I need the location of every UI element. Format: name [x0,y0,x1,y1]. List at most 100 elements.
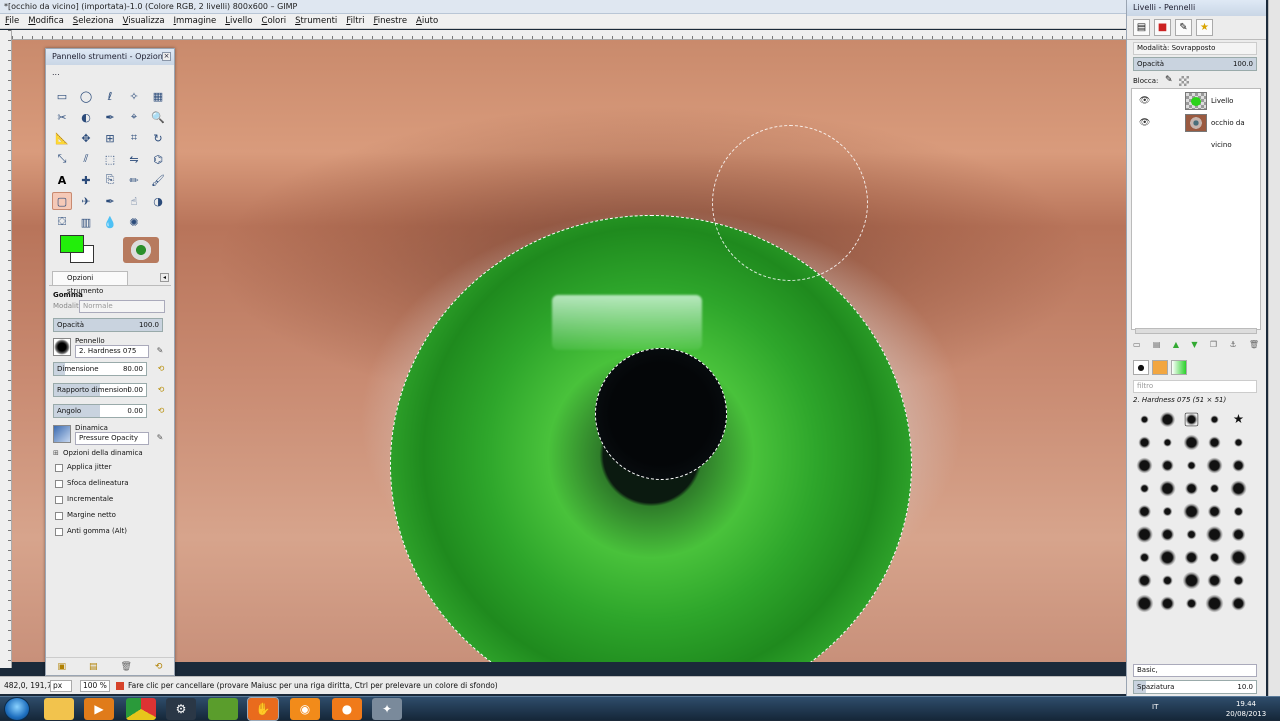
checkbox-hard-edge[interactable] [55,512,63,520]
brush-preset[interactable] [1139,552,1150,563]
layer-mode-select[interactable]: Modalità: Sovrapposto [1133,42,1257,55]
wilbur-icon[interactable]: ✦ [372,698,402,720]
lock-pixels-icon[interactable]: ✎ [1165,75,1173,85]
checkbox-jitter[interactable] [55,464,63,472]
gradients-tab-icon[interactable] [1171,360,1187,375]
menu-livello[interactable]: Livello [225,14,252,28]
brush-preset[interactable] [1206,525,1224,544]
active-image-thumbnail[interactable] [123,237,159,263]
paintbrush-tool-icon[interactable]: 🖌 [148,171,168,189]
reset-options-icon[interactable]: ⟲ [155,662,163,672]
brush-preset[interactable] [1138,436,1151,449]
brush-preset[interactable] [1233,506,1244,517]
new-group-icon[interactable]: ▤ [1153,340,1161,352]
brush-preset[interactable] [1208,436,1221,449]
tab-tool-options[interactable]: Opzioni strumento [52,271,128,295]
brush-preset[interactable]: ★ [1230,412,1246,428]
bucket-fill-tool-icon[interactable]: ⛋ [52,213,72,231]
checkbox-smooth[interactable] [55,480,63,488]
brush-preset[interactable] [1159,548,1177,567]
brush-preset[interactable] [1209,483,1220,494]
anchor-layer-icon[interactable]: ⚓ [1229,340,1236,352]
heal-tool-icon[interactable]: ✚ [76,171,96,189]
steam-icon[interactable]: ⚙ [166,698,196,720]
paths-tool-icon[interactable]: ✒ [100,108,120,126]
reset-size-icon[interactable]: ⟲ [156,364,166,374]
brush-preset[interactable] [1210,415,1220,424]
brush-preset[interactable] [1206,457,1223,474]
brush-preset[interactable] [1186,460,1196,471]
brush-preset[interactable] [1205,594,1224,613]
fg-bg-colors[interactable] [60,235,98,265]
toolbox-title[interactable]: Pannello strumenti - Opzioni ... × [46,49,174,77]
menu-seleziona[interactable]: Seleziona [73,14,114,28]
scale-tool-icon[interactable]: ⤡ [52,150,72,168]
brush-preset[interactable] [1184,412,1199,427]
expander-icon[interactable]: ⊞ [53,449,59,457]
raise-layer-icon[interactable]: ▲ [1173,340,1179,352]
foreground-color-swatch[interactable] [60,235,84,253]
dynamics-icon[interactable] [53,425,71,443]
mode-select[interactable]: Normale [79,300,165,313]
origin-icon[interactable]: ● [332,698,362,720]
patterns-tab-icon[interactable] [1152,360,1168,375]
color-picker-tool-icon[interactable]: ⌖ [124,108,144,126]
align-tool-icon[interactable]: ⊞ [100,129,120,147]
brush-preset[interactable] [1231,459,1245,472]
opacity-slider[interactable]: Opacità 100.0 [53,318,163,332]
menu-finestre[interactable]: Finestre [373,14,407,28]
edit-dynamics-icon[interactable]: ✎ [155,433,165,443]
brush-preset[interactable] [1230,596,1246,611]
checkbox-anti-erase[interactable] [55,528,63,536]
blur-tool-icon[interactable]: 💧 [100,213,120,231]
paths-tab-icon[interactable]: ✎ [1175,19,1192,36]
ellipse-select-tool-icon[interactable]: ◯ [76,87,96,105]
clone-tool-icon[interactable]: ⎘ [100,171,120,189]
close-icon[interactable]: × [162,52,171,61]
layer-opacity-slider[interactable]: Opacità 100.0 [1133,57,1257,71]
move-tool-icon[interactable]: ✥ [76,129,96,147]
menu-strumenti[interactable]: Strumenti [295,14,337,28]
brush-filter-input[interactable]: filtro [1133,380,1257,393]
save-options-icon[interactable]: ▣ [57,662,66,672]
brush-preset[interactable] [1160,411,1176,428]
media-player-icon[interactable]: ▶ [84,698,114,720]
brush-preset[interactable] [1137,573,1152,588]
lock-alpha-icon[interactable] [1179,76,1189,86]
zoom-select[interactable]: 100 % [80,680,110,692]
layers-scrollbar[interactable] [1135,328,1257,334]
perspective-tool-icon[interactable]: ⬚ [100,150,120,168]
angle-slider[interactable]: Angolo 0.00 [53,404,147,418]
history-tab-icon[interactable]: ★ [1196,19,1213,36]
convolve-tool-icon[interactable]: ✺ [124,213,144,231]
menu-immagine[interactable]: Immagine [174,14,217,28]
layers-tab-icon[interactable]: ▤ [1133,19,1150,36]
blender-icon[interactable]: ◉ [290,698,320,720]
measure-tool-icon[interactable]: 📐 [52,129,72,147]
brush-preset[interactable] [1184,481,1198,496]
brush-preset[interactable] [1184,550,1199,565]
dock-scrollbar[interactable] [1268,0,1280,696]
reset-angle-icon[interactable]: ⟲ [156,406,166,416]
brush-preset[interactable] [1229,548,1247,567]
reset-aspect-icon[interactable]: ⟲ [156,385,166,395]
menu-colori[interactable]: Colori [262,14,287,28]
brush-preset[interactable] [1137,504,1152,519]
rect-select-tool-icon[interactable]: ▭ [52,87,72,105]
airbrush-tool-icon[interactable]: ✈ [76,192,96,210]
eraser-tool-icon[interactable]: ▢ [52,192,72,210]
brush-preset[interactable] [1140,415,1149,424]
edit-brush-icon[interactable]: ✎ [155,346,165,356]
image-canvas[interactable] [12,40,1126,662]
lower-layer-icon[interactable]: ▼ [1191,340,1197,352]
brush-preset[interactable] [1207,504,1222,519]
brush-preset[interactable] [1161,459,1175,472]
delete-options-icon[interactable]: 🗑 [120,662,131,672]
brush-preset[interactable] [1231,527,1246,542]
brush-preset[interactable] [1163,438,1173,447]
zoom-tool-icon[interactable]: 🔍 [148,108,168,126]
menu-filtri[interactable]: Filtri [346,14,364,28]
crop-tool-icon[interactable]: ⌗ [124,129,144,147]
brush-preset[interactable] [1232,574,1244,587]
vertical-ruler[interactable] [0,30,12,668]
